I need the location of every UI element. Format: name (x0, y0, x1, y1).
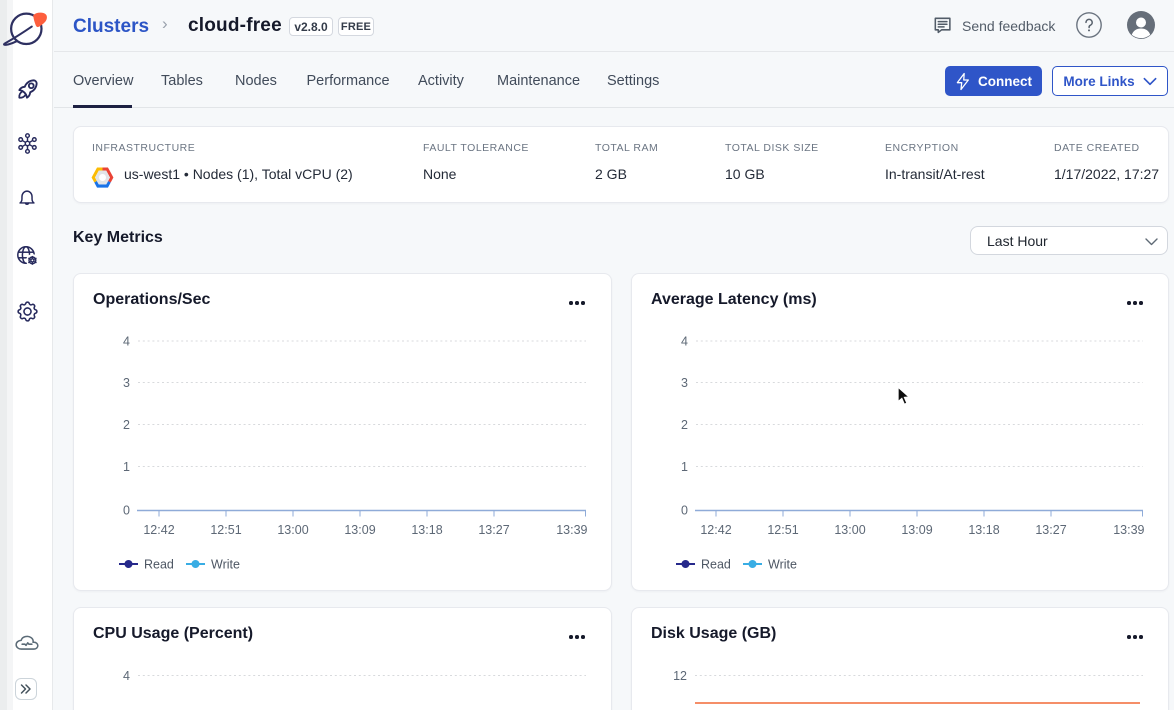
svg-text:2: 2 (681, 418, 688, 432)
svg-text:4: 4 (123, 669, 130, 683)
svg-text:3: 3 (123, 376, 130, 390)
svg-text:0: 0 (123, 504, 130, 518)
svg-text:12: 12 (673, 669, 687, 683)
svg-text:12:42: 12:42 (143, 523, 174, 537)
svg-text:3: 3 (681, 376, 688, 390)
svg-text:13:00: 13:00 (834, 523, 865, 537)
svg-text:13:18: 13:18 (411, 523, 442, 537)
svg-text:13:09: 13:09 (901, 523, 932, 537)
svg-text:4: 4 (681, 335, 688, 349)
svg-text:13:18: 13:18 (968, 523, 999, 537)
svg-text:13:09: 13:09 (344, 523, 375, 537)
svg-text:12:51: 12:51 (767, 523, 798, 537)
svg-text:Read: Read (144, 558, 174, 572)
svg-text:13:39: 13:39 (1113, 523, 1144, 537)
svg-text:4: 4 (123, 335, 130, 349)
svg-text:13:27: 13:27 (478, 523, 509, 537)
svg-text:Write: Write (768, 558, 797, 572)
svg-text:1: 1 (681, 460, 688, 474)
svg-text:0: 0 (681, 504, 688, 518)
svg-text:Write: Write (211, 558, 240, 572)
svg-text:Read: Read (701, 558, 731, 572)
svg-text:13:27: 13:27 (1035, 523, 1066, 537)
svg-text:12:42: 12:42 (700, 523, 731, 537)
svg-text:12:51: 12:51 (210, 523, 241, 537)
svg-text:1: 1 (123, 460, 130, 474)
svg-text:2: 2 (123, 418, 130, 432)
svg-text:13:39: 13:39 (556, 523, 587, 537)
svg-text:13:00: 13:00 (277, 523, 308, 537)
